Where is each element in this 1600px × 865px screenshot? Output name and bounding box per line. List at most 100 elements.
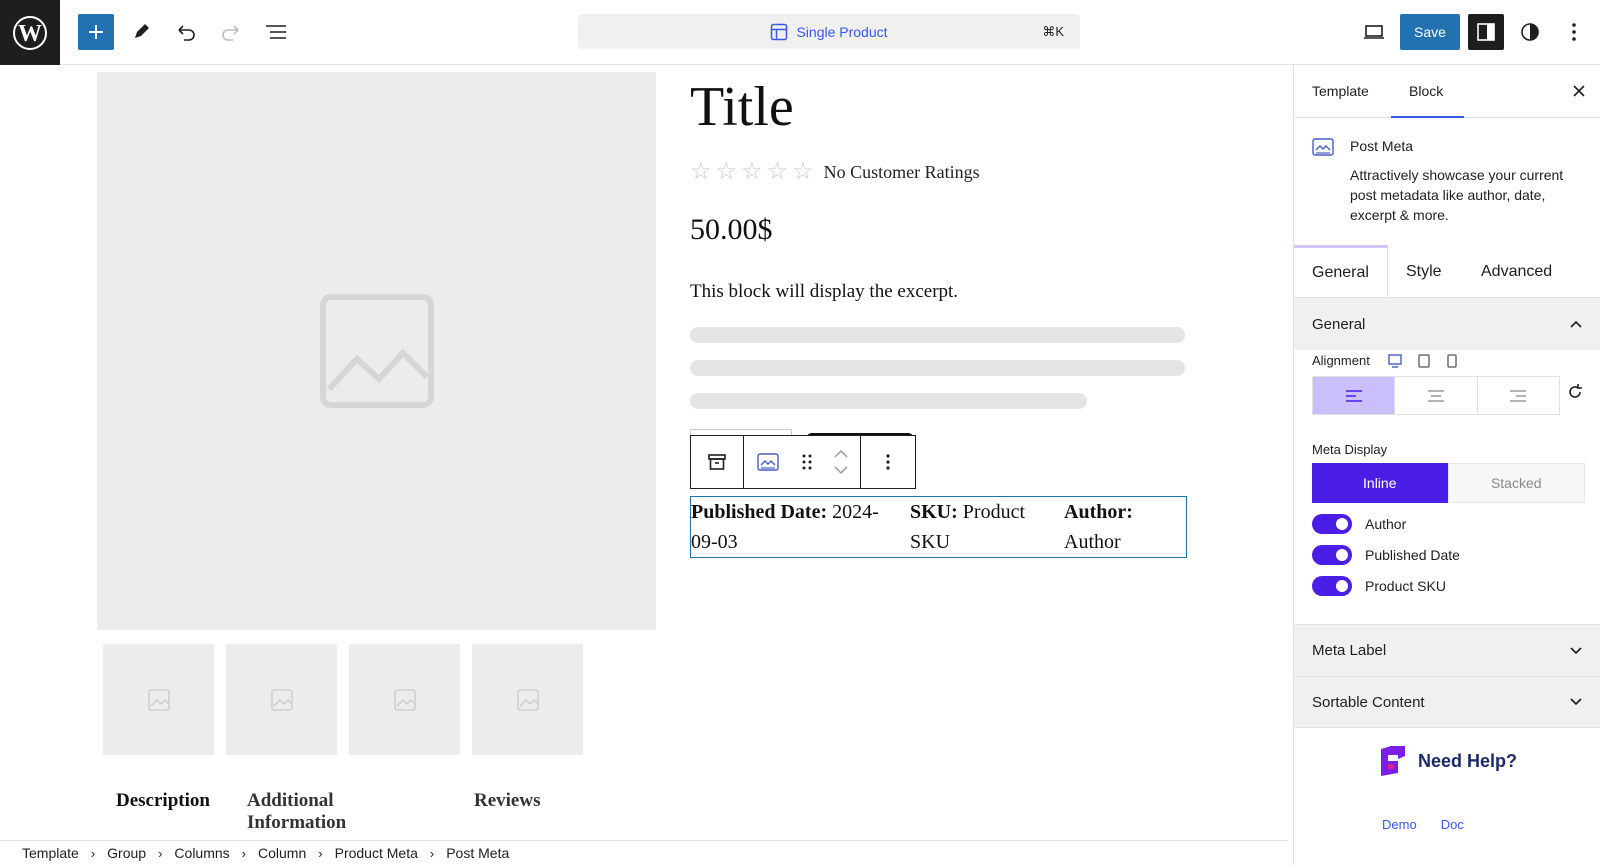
- gallery-thumbnail[interactable]: [349, 644, 460, 755]
- breadcrumb-item[interactable]: Group: [107, 845, 146, 861]
- meta-label-panel-toggle[interactable]: Meta Label: [1294, 624, 1600, 676]
- star-icon: ☆: [715, 158, 738, 185]
- doc-link[interactable]: Doc: [1441, 817, 1464, 832]
- meta-display-label: Meta Display: [1312, 442, 1388, 457]
- sidebar-icon: [1477, 23, 1495, 41]
- pencil-icon: [135, 24, 149, 38]
- meta-published-date: Published Date: 2024-09-03: [691, 497, 891, 557]
- tab-style[interactable]: Style: [1406, 245, 1442, 298]
- block-options-group: [860, 435, 916, 489]
- redo-icon: [222, 25, 239, 41]
- chevron-down-icon[interactable]: [833, 465, 849, 475]
- post-meta-block[interactable]: Published Date: 2024-09-03 SKU: Product …: [690, 496, 1187, 558]
- author-toggle[interactable]: [1312, 514, 1352, 534]
- command-palette-button[interactable]: Single Product ⌘K: [578, 14, 1080, 49]
- command-shortcut: ⌘K: [1042, 24, 1064, 39]
- half-circle-icon: [1521, 23, 1539, 41]
- alignment-label: Alignment: [1312, 353, 1370, 368]
- archive-icon: [708, 454, 726, 470]
- block-type-button[interactable]: [744, 436, 792, 488]
- reset-alignment-button[interactable]: [1566, 383, 1584, 406]
- styles-button[interactable]: [1512, 14, 1548, 50]
- tools-button[interactable]: [123, 14, 159, 50]
- rating-text: No Customer Ratings: [823, 161, 980, 182]
- document-overview-button[interactable]: [258, 14, 294, 50]
- tablet-device-button[interactable]: [1416, 353, 1432, 369]
- image-icon: [516, 688, 539, 711]
- product-sku-toggle-row: Product SKU: [1312, 576, 1446, 596]
- product-excerpt[interactable]: This block will display the excerpt.: [690, 281, 958, 303]
- tab-block[interactable]: Block: [1391, 65, 1464, 118]
- chevron-right-icon: ›: [90, 845, 96, 861]
- align-center-button[interactable]: [1395, 377, 1478, 414]
- close-sidebar-button[interactable]: [1569, 81, 1589, 101]
- block-card: Post Meta Attractively showcase your cur…: [1294, 119, 1600, 245]
- move-buttons: [822, 436, 860, 488]
- redo-button[interactable]: [213, 14, 249, 50]
- breadcrumb-item[interactable]: Product Meta: [335, 845, 418, 861]
- gallery-thumbnail[interactable]: [472, 644, 583, 755]
- wordpress-logo-button[interactable]: W: [0, 0, 60, 65]
- block-inserter-button[interactable]: [78, 14, 114, 50]
- desktop-icon: [1388, 354, 1402, 368]
- tab-additional-information[interactable]: Additional Information: [247, 790, 346, 834]
- toggle-label: Published Date: [1365, 547, 1460, 563]
- general-panel-toggle[interactable]: General: [1294, 298, 1600, 350]
- options-menu-button[interactable]: [1556, 14, 1592, 50]
- published-date-toggle[interactable]: [1312, 545, 1352, 565]
- mobile-device-button[interactable]: [1444, 353, 1460, 369]
- template-icon: [771, 23, 788, 40]
- image-icon: [147, 688, 170, 711]
- meta-sku: SKU: Product SKU: [910, 497, 1050, 557]
- svg-text:W: W: [18, 21, 42, 47]
- breadcrumb-item[interactable]: Post Meta: [446, 845, 509, 861]
- product-sku-toggle[interactable]: [1312, 576, 1352, 596]
- panel-title: Sortable Content: [1312, 693, 1425, 711]
- tab-template[interactable]: Template: [1312, 65, 1369, 118]
- gallery-thumbnail[interactable]: [226, 644, 337, 755]
- chevron-up-icon[interactable]: [833, 449, 849, 459]
- save-button[interactable]: Save: [1400, 14, 1460, 50]
- skeleton-line: [690, 327, 1185, 343]
- product-rating[interactable]: ☆ ☆ ☆ ☆ ☆ No Customer Ratings: [690, 160, 980, 184]
- mobile-icon: [1447, 354, 1457, 368]
- panel-title: Meta Label: [1312, 642, 1387, 659]
- plus-icon: [89, 25, 103, 39]
- drag-handle[interactable]: [792, 436, 822, 488]
- tab-advanced[interactable]: Advanced: [1481, 245, 1552, 298]
- desktop-device-button[interactable]: [1387, 353, 1403, 369]
- tab-description[interactable]: Description: [116, 790, 210, 812]
- product-image-placeholder[interactable]: [97, 72, 656, 630]
- breadcrumb-item[interactable]: Template: [22, 845, 79, 861]
- chevron-right-icon: ›: [429, 845, 435, 861]
- demo-link[interactable]: Demo: [1382, 817, 1417, 832]
- block-options-button[interactable]: [861, 436, 915, 488]
- product-title[interactable]: Title: [690, 75, 794, 139]
- align-left-button[interactable]: [1313, 377, 1396, 414]
- undo-button[interactable]: [168, 14, 204, 50]
- block-card-title: Post Meta: [1350, 138, 1414, 154]
- breadcrumb-item[interactable]: Column: [258, 845, 306, 861]
- block-settings-tabs: General Style Advanced: [1294, 245, 1600, 298]
- tab-general[interactable]: General: [1294, 245, 1388, 298]
- published-date-toggle-row: Published Date: [1312, 545, 1460, 565]
- meta-display-inline-button[interactable]: Inline: [1312, 463, 1448, 503]
- select-parent-button[interactable]: [691, 436, 743, 488]
- tab-reviews[interactable]: Reviews: [474, 790, 540, 812]
- select-parent-group: [690, 435, 744, 489]
- preview-button[interactable]: [1356, 14, 1392, 50]
- image-icon: [393, 688, 416, 711]
- wordpress-icon: W: [13, 15, 47, 50]
- star-icon: ☆: [741, 158, 763, 185]
- sortable-content-panel-toggle[interactable]: Sortable Content: [1294, 676, 1600, 728]
- meta-label: SKU:: [910, 501, 958, 523]
- chevron-down-icon: [1570, 646, 1582, 654]
- meta-display-stacked-button[interactable]: Stacked: [1447, 463, 1585, 503]
- breadcrumb-item[interactable]: Columns: [174, 845, 229, 861]
- meta-label: Author:: [1064, 501, 1133, 523]
- gallery-thumbnail[interactable]: [103, 644, 214, 755]
- settings-sidebar-toggle[interactable]: [1468, 14, 1504, 50]
- align-right-button[interactable]: [1478, 377, 1559, 414]
- product-price[interactable]: 50.00$: [690, 213, 773, 247]
- chevron-right-icon: ›: [241, 845, 247, 861]
